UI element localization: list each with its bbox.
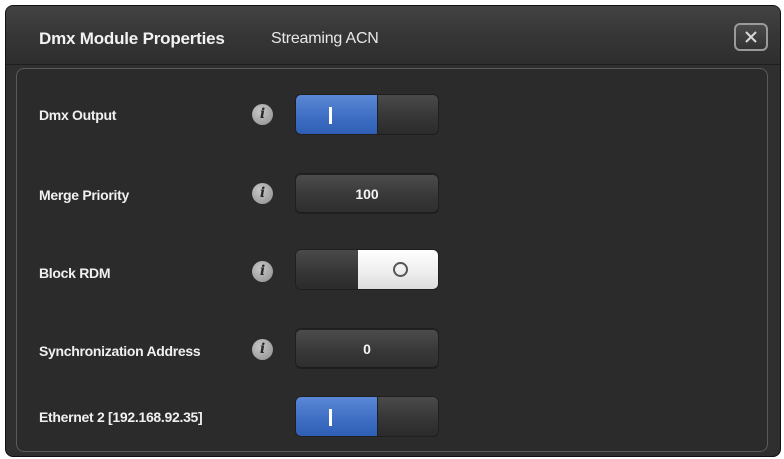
dmx-module-properties-dialog: Dmx Module Properties Streaming ACN Dmx … <box>5 5 781 457</box>
close-button[interactable] <box>734 23 768 51</box>
toggle-knob <box>296 250 359 289</box>
ethernet-2-toggle[interactable] <box>295 396 439 437</box>
dmx-output-label: Dmx Output <box>39 107 117 123</box>
block-rdm-toggle[interactable] <box>295 249 439 290</box>
toggle-knob <box>377 397 438 436</box>
synchronization-address-info-icon[interactable]: i <box>252 339 273 360</box>
on-bar-icon <box>329 107 332 124</box>
dialog-titlebar: Dmx Module Properties Streaming ACN <box>6 6 780 65</box>
dmx-output-info-icon[interactable]: i <box>252 104 273 125</box>
dmx-output-toggle[interactable] <box>295 94 439 135</box>
on-bar-icon <box>329 409 332 426</box>
toggle-on-segment <box>296 95 377 134</box>
properties-panel: Dmx Output i Merge Priority i 100 Block … <box>16 68 768 452</box>
merge-priority-button[interactable]: 100 <box>295 173 439 214</box>
merge-priority-label: Merge Priority <box>39 187 129 203</box>
block-rdm-info-icon[interactable]: i <box>252 261 273 282</box>
toggle-on-segment <box>296 397 377 436</box>
merge-priority-info-icon[interactable]: i <box>252 183 273 204</box>
block-rdm-label: Block RDM <box>39 265 111 281</box>
synchronization-address-button[interactable]: 0 <box>295 328 439 369</box>
dialog-subtitle: Streaming ACN <box>271 30 379 47</box>
dialog-title: Dmx Module Properties <box>39 29 225 48</box>
close-icon <box>745 31 757 43</box>
synchronization-address-label: Synchronization Address <box>39 343 201 359</box>
ethernet-2-label: Ethernet 2 [192.168.92.35] <box>39 409 203 425</box>
off-ring-icon <box>393 262 408 277</box>
toggle-knob <box>377 95 438 134</box>
toggle-off-segment <box>358 250 438 289</box>
